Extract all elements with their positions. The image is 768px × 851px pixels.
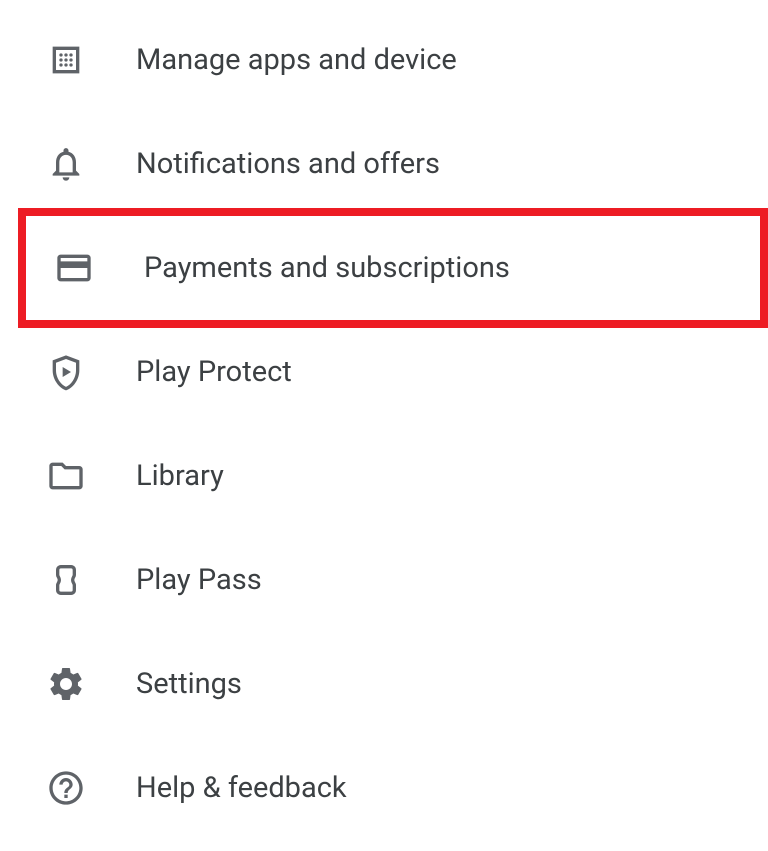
menu-item-play-pass[interactable]: Play Pass	[0, 528, 768, 632]
menu-item-payments[interactable]: Payments and subscriptions	[18, 208, 768, 328]
menu-item-label: Payments and subscriptions	[144, 251, 510, 285]
menu-item-label: Play Pass	[136, 563, 262, 597]
menu-item-play-protect[interactable]: Play Protect	[0, 320, 768, 424]
folder-icon	[46, 456, 86, 496]
gear-icon	[46, 664, 86, 704]
menu-item-manage-apps[interactable]: Manage apps and device	[0, 8, 768, 112]
menu-item-label: Manage apps and device	[136, 43, 457, 77]
menu-item-label: Help & feedback	[136, 771, 347, 805]
help-icon	[46, 768, 86, 808]
credit-card-icon	[54, 248, 94, 288]
menu-item-label: Notifications and offers	[136, 147, 440, 181]
menu-item-help[interactable]: Help & feedback	[0, 736, 768, 840]
bell-icon	[46, 144, 86, 184]
apps-grid-icon	[46, 40, 86, 80]
menu-item-library[interactable]: Library	[0, 424, 768, 528]
menu-item-label: Play Protect	[136, 355, 292, 389]
shield-play-icon	[46, 352, 86, 392]
menu-item-label: Settings	[136, 667, 242, 701]
ticket-icon	[46, 560, 86, 600]
menu-item-notifications[interactable]: Notifications and offers	[0, 112, 768, 216]
menu-item-settings[interactable]: Settings	[0, 632, 768, 736]
account-menu: Manage apps and device Notifications and…	[0, 0, 768, 840]
menu-item-label: Library	[136, 459, 224, 493]
